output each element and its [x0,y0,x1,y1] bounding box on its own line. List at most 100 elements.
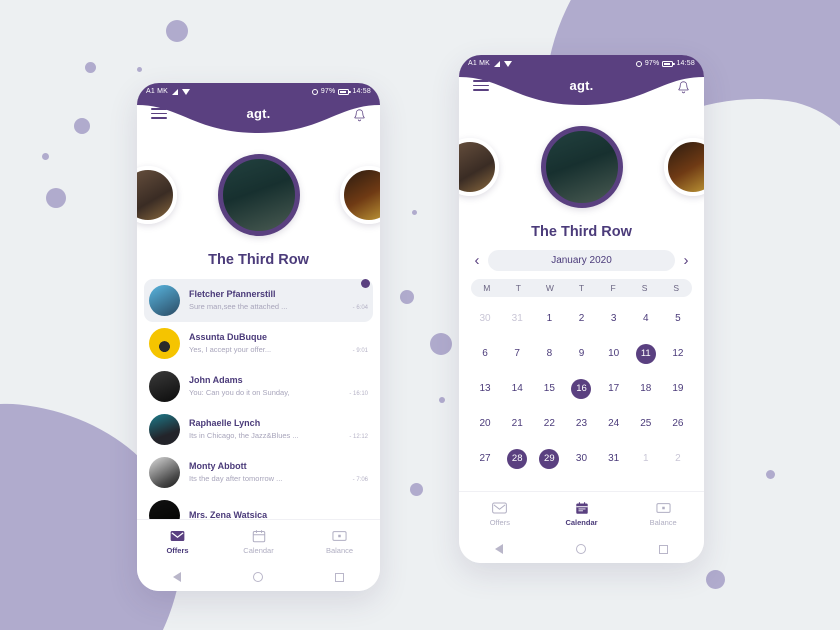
decor-dot [400,290,414,304]
calendar-day-number: 16 [571,378,592,399]
calendar-day-cell[interactable]: 22 [533,406,565,441]
calendar-day-cell[interactable]: 15 [533,371,565,406]
calendar-day-cell[interactable]: 29 [533,441,565,476]
calendar-day-cell[interactable]: 30 [565,441,597,476]
calendar-month-label[interactable]: January 2020 [488,250,675,271]
calendar-day-cell[interactable]: 23 [565,406,597,441]
calendar-weekday: M [483,283,491,293]
triangle-back-icon[interactable] [495,544,504,554]
carousel-avatar-prev[interactable] [137,166,177,224]
band-carousel[interactable] [459,116,704,222]
calendar-day-cell[interactable]: 25 [630,406,662,441]
hamburger-icon[interactable] [151,108,167,119]
calendar-day-cell[interactable]: 2 [565,301,597,336]
chat-list-item[interactable]: Assunta DuBuque Yes, I accept your offer… [137,322,380,365]
chevron-left-icon[interactable]: ‹ [471,253,483,268]
calendar-day-number: 11 [635,343,656,364]
calendar-day-number: 17 [608,383,620,394]
bell-icon[interactable] [677,80,690,95]
calendar-day-cell[interactable]: 20 [469,406,501,441]
calendar-day-cell[interactable]: 13 [469,371,501,406]
chevron-right-icon[interactable]: › [680,253,692,268]
calendar-day-cell[interactable]: 30 [469,301,501,336]
calendar-day-number: 28 [507,448,528,469]
calendar-day-cell[interactable]: 4 [630,301,662,336]
square-recents-icon[interactable] [335,572,344,582]
circle-home-icon[interactable] [253,572,263,582]
calendar-day-cell[interactable]: 12 [662,336,694,371]
chat-time: - 9:01 [352,348,368,354]
circle-home-icon[interactable] [575,544,586,554]
calendar-day-cell[interactable]: 10 [598,336,630,371]
status-bar: A1 MK 97% 14:58 [137,83,380,100]
carousel-avatar-prev[interactable] [459,138,499,196]
tab-balance[interactable]: Balance [622,500,704,527]
calendar-day-cell[interactable]: 21 [501,406,533,441]
decor-dot [410,483,423,496]
tab-offers[interactable]: Offers [459,500,541,527]
carousel-avatar-active[interactable] [217,154,300,236]
calendar-day-cell[interactable]: 11 [630,336,662,371]
calendar-day-number: 31 [608,453,620,464]
chat-list-item[interactable]: Raphaelle Lynch Its in Chicago, the Jazz… [137,408,380,451]
hamburger-icon[interactable] [473,80,489,91]
battery-icon [338,88,351,95]
calendar-day-cell[interactable]: 31 [598,441,630,476]
calendar-day-cell[interactable]: 7 [501,336,533,371]
tab-offers[interactable]: Offers [137,528,218,555]
battery-percent: 97% [644,60,660,67]
bottom-tab-bar: Offers Calendar Balance [459,491,704,535]
calendar-day-number: 2 [578,313,585,324]
calendar-day-cell[interactable]: 16 [565,371,597,406]
chat-list-item[interactable]: Fletcher Pfannerstill Sure man,see the a… [144,279,373,322]
phone-calendar-screen: A1 MK 97% 14:58 agt. The Third Row ‹ Jan… [459,55,704,563]
calendar-day-number: 21 [511,418,523,429]
chat-name: John Adams [189,375,243,385]
calendar-day-number: 27 [479,453,491,464]
calendar-day-cell[interactable]: 19 [662,371,694,406]
chat-list-item[interactable]: John Adams You: Can you do it on Sunday,… [137,365,380,408]
calendar-day-cell[interactable]: 18 [630,371,662,406]
calendar-day-cell[interactable]: 5 [662,301,694,336]
calendar-day-cell[interactable]: 1 [533,301,565,336]
calendar-day-cell[interactable]: 28 [501,441,533,476]
app-header: agt. [137,99,380,144]
calendar-icon [218,528,299,543]
chat-time: - 6:04 [352,305,368,311]
carousel-avatar-next[interactable] [340,166,380,224]
calendar-weekday: S [673,283,680,293]
alarm-icon [635,60,642,67]
system-navigation-bar [137,563,380,591]
calendar-day-cell[interactable]: 26 [662,406,694,441]
band-name: The Third Row [531,224,632,240]
carrier-label: A1 MK [146,88,169,95]
carousel-avatar-next[interactable] [664,138,704,196]
calendar-day-cell[interactable]: 8 [533,336,565,371]
calendar-day-cell[interactable]: 14 [501,371,533,406]
calendar-day-cell[interactable]: 1 [630,441,662,476]
calendar-day-cell[interactable]: 3 [598,301,630,336]
band-carousel[interactable] [137,144,380,250]
avatar [149,285,180,316]
square-recents-icon[interactable] [658,544,668,554]
chat-list-item[interactable]: Monty Abbott Its the day after tomorrow … [137,451,380,494]
calendar-day-cell[interactable]: 6 [469,336,501,371]
triangle-back-icon[interactable] [173,572,181,582]
calendar-day-cell[interactable]: 24 [598,406,630,441]
calendar-day-cell[interactable]: 27 [469,441,501,476]
tab-label: Balance [649,518,677,527]
calendar-weekday: W [545,283,554,293]
carousel-avatar-active[interactable] [540,126,623,208]
calendar-day-cell[interactable]: 17 [598,371,630,406]
calendar-day-cell[interactable]: 9 [565,336,597,371]
calendar-day-cell[interactable]: 2 [662,441,694,476]
battery-percent: 97% [320,88,336,95]
tab-calendar[interactable]: Calendar [218,528,299,555]
bell-icon[interactable] [353,108,366,123]
calendar-day-cell[interactable]: 31 [501,301,533,336]
calendar-day-number: 25 [640,418,652,429]
clock-label: 14:58 [352,88,371,95]
tab-calendar[interactable]: Calendar [541,500,623,527]
chat-preview: You: Can you do it on Sunday, [189,388,290,397]
tab-balance[interactable]: Balance [299,528,380,555]
